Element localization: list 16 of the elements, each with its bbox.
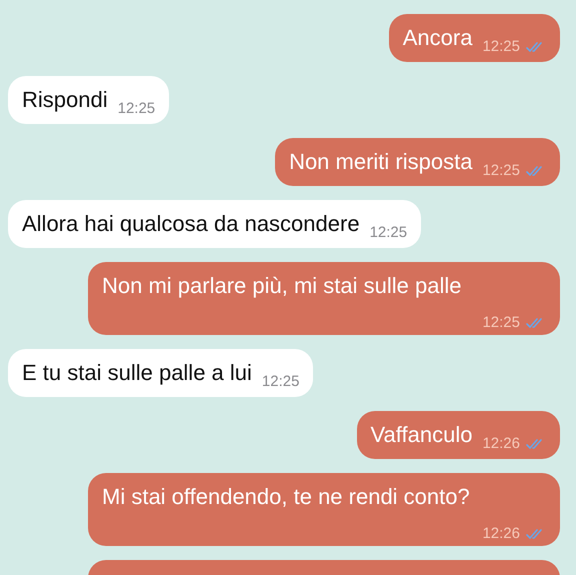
message-time: 12:25 [482,313,520,333]
message-time: 12:25 [370,223,408,243]
message-text: Non mi parlare più, mi stai sulle palle [102,272,462,300]
message-text: E tu stai sulle palle a lui [22,359,252,387]
message-text: Ancora [402,24,472,52]
message-time: 12:25 [482,161,520,181]
message-text: Rispondi [22,86,108,114]
message-time: 12:26 [482,524,520,544]
message-time: 12:26 [482,434,520,454]
message-time: 12:25 [262,372,300,392]
message-text: Mi stai offendendo, te ne rendi conto? [102,483,471,511]
message-time: 12:25 [482,37,520,57]
message-time: 12:25 [118,99,156,119]
message-text: Allora hai qualcosa da nascondere [22,210,360,238]
message-text: Non meriti risposta [289,148,472,176]
message-text: Vaffanculo [370,421,472,449]
